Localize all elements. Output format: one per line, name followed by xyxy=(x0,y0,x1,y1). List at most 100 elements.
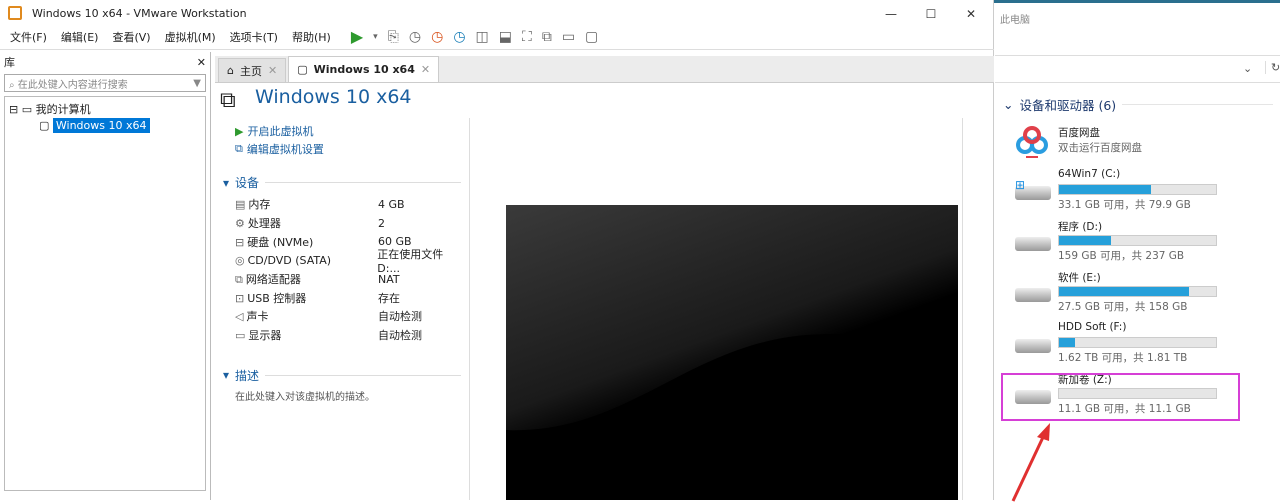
device-name: 处理器 xyxy=(247,217,281,231)
drive-size: 27.5 GB 可用，共 158 GB xyxy=(1058,301,1188,313)
device-row[interactable]: ◎ CD/DVD (SATA) 正在使用文件 D:... xyxy=(235,248,469,275)
device-row[interactable]: ▭ 显示器 自动检测 xyxy=(235,326,469,345)
tab-label: 主页 xyxy=(239,64,262,78)
minimize-button[interactable]: — xyxy=(876,7,906,21)
tab-vm[interactable]: ▢ Windows 10 x64 ✕ xyxy=(288,56,440,82)
preview-wave xyxy=(506,334,958,500)
tree-item-my-computer[interactable]: ⊟ ▭ 我的计算机 xyxy=(9,101,201,117)
device-name: 硬盘 (NVMe) xyxy=(247,235,314,249)
menu-vm[interactable]: 虚拟机(M) xyxy=(165,29,216,45)
show-library-icon[interactable]: ◫ xyxy=(476,29,489,45)
device-value: 自动检测 xyxy=(378,310,422,324)
device-row[interactable]: ◁ 声卡 自动检测 xyxy=(235,307,469,326)
vmware-logo-icon xyxy=(8,6,22,20)
action-label: 编辑虚拟机设置 xyxy=(246,143,324,156)
drive-item[interactable]: HDD Soft (F:) 1.62 TB 可用，共 1.81 TB xyxy=(995,321,1280,371)
search-placeholder: 在此处键入内容进行搜索 xyxy=(17,79,128,91)
device-row[interactable]: ⊡ USB 控制器 存在 xyxy=(235,288,469,307)
section-title: 描述 xyxy=(235,368,260,383)
send-keys-icon[interactable]: ⎘ xyxy=(388,29,399,45)
divider xyxy=(962,118,963,500)
library-search-input[interactable]: ⌕ 在此处键入内容进行搜索 ▼ xyxy=(4,74,206,92)
baidu-netdisk-icon xyxy=(1016,126,1048,158)
revert-snapshot-icon[interactable]: ◷ xyxy=(431,29,443,45)
drive-name: 软件 (E:) xyxy=(1058,272,1101,284)
drive-name: 程序 (D:) xyxy=(1058,221,1103,233)
title-bar: Windows 10 x64 - VMware Workstation — ☐ … xyxy=(0,3,994,24)
chevron-down-icon[interactable]: ▼ xyxy=(193,78,201,89)
drive-usage-bar xyxy=(1058,235,1217,246)
description-section-header[interactable]: ▾ 描述 xyxy=(223,367,469,384)
devices-group-header[interactable]: ⌄ 设备和驱动器 (6) xyxy=(1003,95,1273,114)
device-icon: ⊟ xyxy=(235,235,245,249)
library-close-button[interactable]: ✕ xyxy=(197,56,206,69)
tab-home[interactable]: ⌂ 主页 ✕ xyxy=(218,58,287,82)
group-title: 设备和驱动器 (6) xyxy=(1019,98,1117,113)
vm-title: Windows 10 x64 xyxy=(255,86,412,108)
thumbnail-bar-icon[interactable]: ⬓ xyxy=(499,29,512,45)
device-icon: ◁ xyxy=(235,310,244,324)
power-on-icon[interactable]: ▶ xyxy=(351,27,363,46)
device-icon: ⊡ xyxy=(235,291,245,305)
drive-usage-bar xyxy=(1058,286,1217,297)
drive-size: 159 GB 可用，共 237 GB xyxy=(1058,250,1185,262)
vmware-window: Windows 10 x64 - VMware Workstation — ☐ … xyxy=(0,0,994,500)
console-icon[interactable]: ▭ xyxy=(562,29,575,45)
drive-name: 64Win7 (C:) xyxy=(1058,168,1121,180)
device-name: CD/DVD (SATA) xyxy=(247,253,332,267)
red-arrow-annotation xyxy=(1011,423,1050,502)
device-name: USB 控制器 xyxy=(247,291,307,305)
baidu-netdisk-item[interactable]: 百度网盘 双击运行百度网盘 xyxy=(995,123,1280,173)
tree-item-label: Windows 10 x64 xyxy=(52,118,150,133)
window-title: Windows 10 x64 - VMware Workstation xyxy=(32,7,247,20)
device-name: 网络适配器 xyxy=(245,273,301,287)
menu-edit[interactable]: 编辑(E) xyxy=(61,29,99,45)
drive-subtitle: 双击运行百度网盘 xyxy=(1058,142,1142,154)
snapshot-icon[interactable]: ◷ xyxy=(409,29,421,45)
device-row[interactable]: ▤ 内存 4 GB xyxy=(235,195,469,214)
tree-root-label: 我的计算机 xyxy=(35,103,91,116)
maximize-button[interactable]: ☐ xyxy=(916,7,946,21)
settings-icon: ⧉ xyxy=(235,142,243,155)
chevron-down-icon[interactable]: ▾ xyxy=(373,32,378,42)
view-options-icon[interactable]: ▢ xyxy=(585,29,598,45)
drive-size: 1.62 TB 可用，共 1.81 TB xyxy=(1058,352,1188,364)
full-screen-icon[interactable]: ⛶ xyxy=(522,29,532,45)
device-row[interactable]: ⚙ 处理器 2 xyxy=(235,214,469,233)
section-title: 设备 xyxy=(235,176,260,190)
close-icon[interactable]: ✕ xyxy=(421,63,430,76)
menu-help[interactable]: 帮助(H) xyxy=(292,29,331,45)
device-icon: ▭ xyxy=(235,329,246,343)
chevron-down-icon[interactable]: ⌄ xyxy=(1243,62,1252,75)
device-name: 显示器 xyxy=(248,329,282,343)
device-icon: ◎ xyxy=(235,253,245,267)
drive-usage-bar xyxy=(1058,337,1217,348)
menu-view[interactable]: 查看(V) xyxy=(112,29,150,45)
drive-name: 百度网盘 xyxy=(1058,127,1100,139)
menu-bar: 文件(F) 编辑(E) 查看(V) 虚拟机(M) 选项卡(T) 帮助(H) ▶ ▾… xyxy=(0,24,994,50)
devices-section-header[interactable]: ▾ 设备 xyxy=(223,174,469,191)
snapshot-manager-icon[interactable]: ◷ xyxy=(453,29,465,45)
unity-icon[interactable]: ⧉ xyxy=(542,29,552,45)
library-title: 库 xyxy=(4,56,15,69)
drive-item[interactable]: ⊞ 64Win7 (C:) 33.1 GB 可用，共 79.9 GB xyxy=(995,168,1280,218)
close-button[interactable]: ✕ xyxy=(956,7,986,21)
drive-item[interactable]: 软件 (E:) 27.5 GB 可用，共 158 GB xyxy=(995,270,1280,320)
menu-file[interactable]: 文件(F) xyxy=(10,29,47,45)
refresh-icon[interactable]: ↻ xyxy=(1265,61,1280,74)
close-icon[interactable]: ✕ xyxy=(268,64,277,77)
explorer-window: 此电脑 ⌄ ↻ ⌄ 设备和驱动器 (6) 百度网盘 双击运行百度网盘 ⊞ 64Wi… xyxy=(995,3,1280,502)
edit-vm-settings-link[interactable]: ⧉ 编辑虚拟机设置 xyxy=(235,140,469,158)
address-bar[interactable]: ⌄ ↻ xyxy=(995,55,1280,83)
device-value: 4 GB xyxy=(378,197,405,211)
power-on-vm-link[interactable]: ▶ 开启此虚拟机 xyxy=(235,122,469,140)
explorer-title: 此电脑 xyxy=(1000,15,1030,26)
device-value: 正在使用文件 D:... xyxy=(377,247,444,275)
library-tree: ⊟ ▭ 我的计算机 ▢ Windows 10 x64 xyxy=(4,96,206,491)
drive-item[interactable]: 程序 (D:) 159 GB 可用，共 237 GB xyxy=(995,219,1280,269)
vm-preview-thumbnail[interactable] xyxy=(506,205,958,500)
description-placeholder[interactable]: 在此处键入对该虚拟机的描述。 xyxy=(235,388,469,403)
device-name: 声卡 xyxy=(246,310,269,324)
tree-item-vm[interactable]: ▢ Windows 10 x64 xyxy=(39,118,201,133)
menu-tabs[interactable]: 选项卡(T) xyxy=(230,29,278,45)
